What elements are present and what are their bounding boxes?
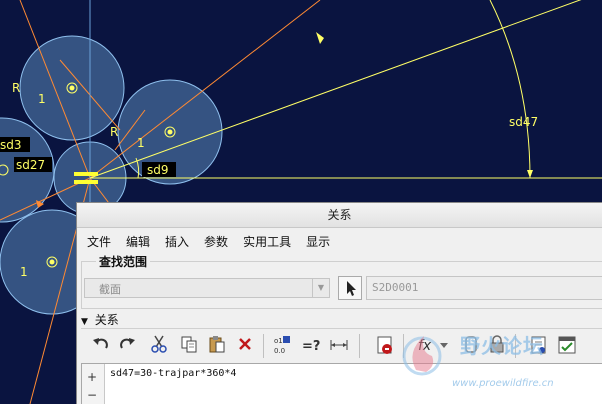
toolbar-separator [359,334,360,358]
copy-icon[interactable] [177,334,201,358]
collapse-icon[interactable]: ▼ [81,317,88,327]
toolbar-separator [515,334,516,358]
look-in-title: 查找范围 [96,253,151,270]
look-in-select[interactable]: 截面 ▼ [84,278,330,298]
dim-label-sd3[interactable]: sd3 [0,138,22,152]
relations-dialog: 关系 文件 编辑 插入 参数 实用工具 显示 查找范围 截面 ▼ S2D0001… [76,202,602,404]
menu-show[interactable]: 显示 [306,233,330,250]
look-in-select-value: 截面 [99,283,121,296]
dimension-arrows [316,32,533,178]
index-label-top: 1 [38,92,46,106]
dim-label-sd9[interactable]: sd9 [147,163,169,177]
index-label-mid: 1 [137,136,145,150]
verify-icon[interactable] [373,334,397,358]
object-name-value: S2D0001 [372,281,419,294]
svg-text:=?: =? [302,339,320,354]
cursor-arrow-icon [347,281,356,296]
menu-parameters[interactable]: 参数 [204,233,228,250]
menu-insert[interactable]: 插入 [165,233,189,250]
menu-edit[interactable]: 编辑 [126,233,150,250]
relation-text-line[interactable]: sd47=30-trajpar*360*4 [110,368,236,379]
svg-text:o1: o1 [274,337,283,345]
relations-toolbar: o1 0.0 =? fx [81,328,602,363]
paste-icon[interactable] [205,334,229,358]
dim-label-sd27[interactable]: sd27 [16,158,45,172]
menu-bar: 文件 编辑 插入 参数 实用工具 显示 [77,228,602,254]
chevron-down-icon[interactable]: ▼ [312,279,329,297]
select-object-button[interactable] [338,276,362,300]
dim-label-sd47[interactable]: sd47 [509,115,538,129]
radius-label-upper: R [12,81,20,95]
object-name-field[interactable]: S2D0001 [366,276,602,300]
svg-text:0.0: 0.0 [274,347,285,355]
index-label-bottom: 1 [20,265,28,279]
sort-icon[interactable] [327,334,351,358]
relations-section-title: 关系 [94,313,119,327]
editor-gutter: + − [82,364,105,404]
report-icon[interactable] [527,334,551,358]
chevron-down-icon[interactable] [437,334,451,358]
check-icon[interactable] [555,334,579,358]
menu-file[interactable]: 文件 [87,233,111,250]
units-icon[interactable]: o1 0.0 [271,334,295,358]
redo-icon[interactable] [115,334,139,358]
cut-icon[interactable] [147,334,171,358]
svg-text:fx: fx [418,338,432,354]
dialog-title: 关系 [327,208,352,222]
evaluate-icon[interactable]: =? [299,334,323,358]
delete-icon[interactable] [233,334,257,358]
lock-icon[interactable] [485,334,509,358]
look-in-group: 查找范围 截面 ▼ S2D0001 [81,253,602,309]
dialog-titlebar[interactable]: 关系 [77,203,602,228]
toolbar-separator [403,334,404,358]
relations-section-header[interactable]: ▼ 关系 [81,311,119,327]
function-icon[interactable]: fx [415,334,439,358]
undo-icon[interactable] [89,334,113,358]
parameter-icon[interactable] [459,334,483,358]
remove-relation-button[interactable]: − [87,388,97,402]
relations-editor[interactable]: + − sd47=30-trajpar*360*4 [81,363,602,404]
radius-label-mid: R [110,125,118,139]
toolbar-separator [263,334,264,358]
menu-utilities[interactable]: 实用工具 [243,233,291,250]
add-relation-button[interactable]: + [87,370,97,384]
